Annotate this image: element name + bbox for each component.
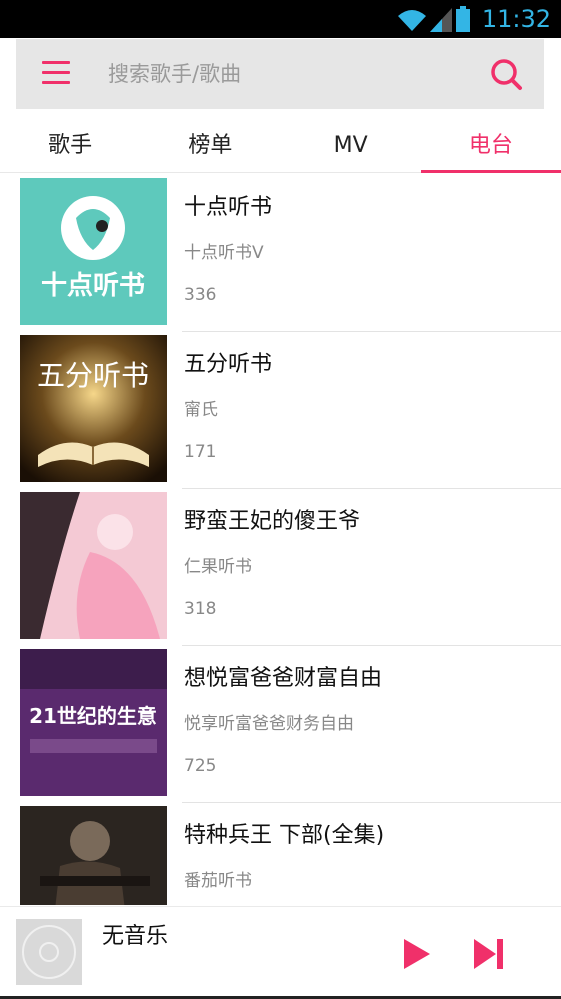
station-title: 想悦富爸爸财富自由 <box>184 666 383 691</box>
tab-radio[interactable]: 电台 <box>420 122 561 173</box>
status-icons <box>397 6 471 32</box>
status-bar: 11:32 <box>0 0 561 38</box>
cover-text: 五分听书 <box>37 359 149 392</box>
list-item[interactable]: 野蛮王妃的傻王爷 仁果听书 318 <box>0 489 561 646</box>
list-item[interactable]: 十点听书 十点听书 十点听书V 336 <box>0 175 561 332</box>
signal-icon <box>430 8 452 32</box>
mini-player: 无音乐 <box>0 906 561 999</box>
station-cover: 21世纪的生意 <box>20 649 167 796</box>
station-title: 十点听书 <box>184 195 273 220</box>
station-count: 318 <box>184 599 217 619</box>
album-art[interactable] <box>16 919 82 985</box>
station-title: 特种兵王 下部(全集) <box>184 823 385 848</box>
search-icon[interactable] <box>488 56 524 92</box>
station-title: 野蛮王妃的傻王爷 <box>184 509 361 534</box>
tab-bar: 歌手 榜单 MV 电台 <box>0 122 561 173</box>
wifi-icon <box>398 10 426 31</box>
status-time: 11:32 <box>481 5 551 33</box>
play-icon[interactable] <box>402 937 432 971</box>
tab-mv[interactable]: MV <box>281 122 421 172</box>
tab-singers[interactable]: 歌手 <box>0 122 140 172</box>
station-count: 725 <box>184 756 217 776</box>
track-title: 无音乐 <box>102 924 169 949</box>
cover-text: 十点听书 <box>41 270 145 301</box>
cover-text: 21世纪的生意 <box>29 704 157 728</box>
search-input[interactable]: 搜索歌手/歌曲 <box>108 59 241 89</box>
station-count: 336 <box>184 285 217 305</box>
station-cover: 五分听书 <box>20 335 167 482</box>
list-item[interactable]: 21世纪的生意 想悦富爸爸财富自由 悦享听富爸爸财务自由 725 <box>0 646 561 803</box>
search-bar: 搜索歌手/歌曲 <box>16 39 544 109</box>
list-item[interactable]: 五分听书 五分听书 甯氏 171 <box>0 332 561 489</box>
menu-icon[interactable] <box>42 61 70 87</box>
battery-icon <box>456 6 470 32</box>
disc-icon <box>22 925 76 979</box>
station-author: 番茄听书 <box>184 871 252 891</box>
station-author: 悦享听富爸爸财务自由 <box>184 714 354 734</box>
station-author: 仁果听书 <box>184 557 252 577</box>
station-cover: 十点听书 <box>20 178 167 325</box>
station-cover <box>20 492 167 639</box>
skip-next-icon[interactable] <box>472 937 506 971</box>
list-item[interactable]: 特种兵王 下部(全集) 番茄听书 <box>0 803 561 905</box>
station-author: 甯氏 <box>184 400 218 420</box>
station-count: 171 <box>184 442 217 462</box>
station-author: 十点听书V <box>184 243 264 263</box>
station-cover <box>20 806 167 905</box>
tab-charts[interactable]: 榜单 <box>140 122 280 172</box>
station-title: 五分听书 <box>184 352 273 377</box>
station-list: 十点听书 十点听书 十点听书V 336 五分听书 五分听书 甯氏 171 野蛮王… <box>0 175 561 905</box>
